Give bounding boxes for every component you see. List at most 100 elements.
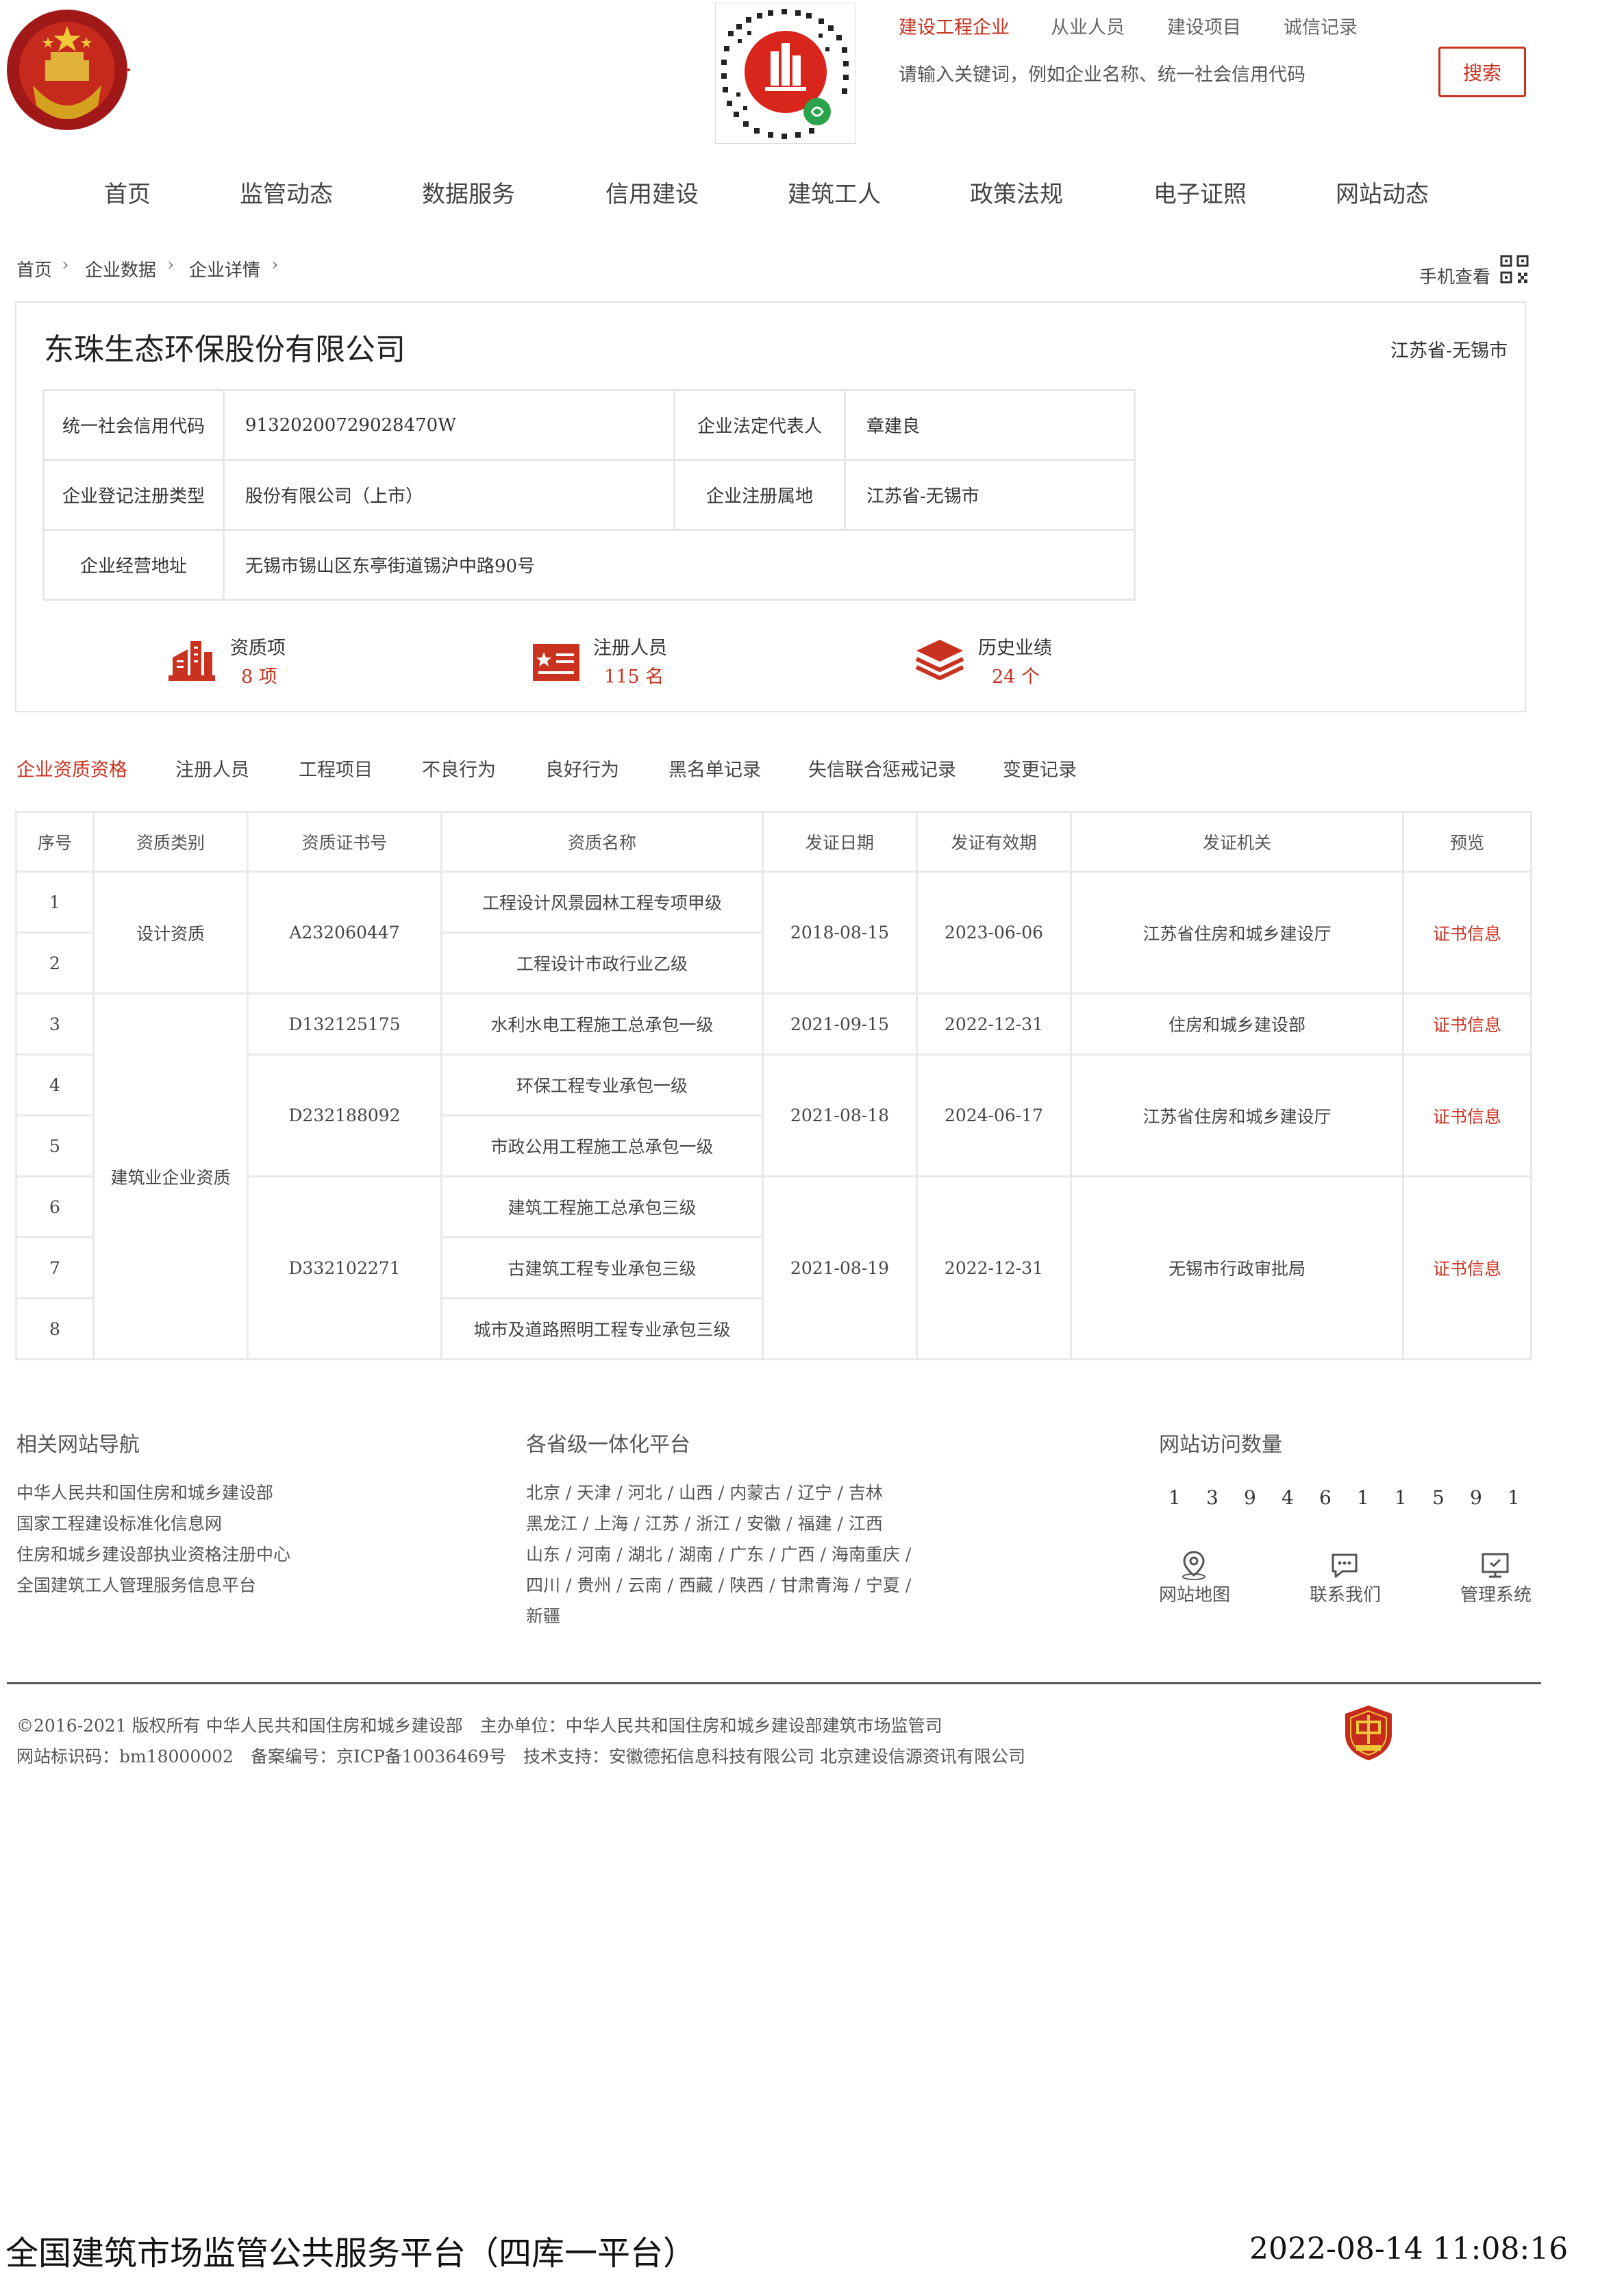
nav-home[interactable]: 首页 <box>104 175 151 209</box>
valid-until: 2022-12-31 <box>916 1175 1072 1360</box>
qualification-name: 城市及道路照明工程专业承包三级 <box>440 1297 764 1360</box>
tab-projects[interactable]: 工程项目 <box>299 755 373 782</box>
nav-policy[interactable]: 政策法规 <box>970 175 1063 209</box>
visit-count-digit: 3 <box>1206 1486 1219 1509</box>
tab-dishonesty-punishment[interactable]: 失信联合惩戒记录 <box>808 755 956 782</box>
province-links-line[interactable]: 四川 / 贵州 / 云南 / 西藏 / 陕西 / 甘肃青海 / 宁夏 / <box>526 1572 911 1597</box>
qualification-name: 古建筑工程专业承包三级 <box>440 1236 764 1299</box>
related-site-link[interactable]: 全国建筑工人管理服务信息平台 <box>16 1572 256 1597</box>
qualification-category: 设计资质 <box>92 871 249 995</box>
visit-count-title: 网站访问数量 <box>1159 1433 1282 1457</box>
certificate-info-link[interactable]: 证书信息 <box>1402 1053 1532 1177</box>
row-seq: 1 <box>15 871 95 934</box>
nav-supervision[interactable]: 监管动态 <box>240 175 333 209</box>
province-links-line[interactable]: 北京 / 天津 / 河北 / 山西 / 内蒙古 / 辽宁 / 吉林 <box>526 1479 883 1504</box>
chevron-right-icon: › <box>167 255 175 275</box>
province-links-line[interactable]: 黑龙江 / 上海 / 江苏 / 浙江 / 安徽 / 福建 / 江西 <box>526 1510 883 1535</box>
tab-change-records[interactable]: 变更记录 <box>1003 755 1077 782</box>
stat-qualification-value[interactable]: 8 项 <box>241 662 277 688</box>
nav-credit[interactable]: 信用建设 <box>605 175 699 209</box>
related-site-link[interactable]: 住房和城乡建设部执业资格注册中心 <box>16 1541 290 1566</box>
mobile-view-link[interactable]: 手机查看 <box>1419 263 1490 288</box>
admin-system-link[interactable]: 管理系统 <box>1460 1581 1532 1606</box>
reg-place-label: 企业注册属地 <box>673 459 846 531</box>
search-tab-credit[interactable]: 诚信记录 <box>1284 12 1358 39</box>
table-row: 1 设计资质 A232060447 工程设计风景园林工程专项甲级 2018-08… <box>15 871 1532 995</box>
chat-bubble-icon[interactable] <box>1329 1549 1360 1581</box>
copyright-line: ©2016-2021 版权所有 中华人民共和国住房和城乡建设部 主办单位：中华人… <box>16 1716 942 1736</box>
chevron-right-icon: › <box>271 255 279 275</box>
certificate-info-link[interactable]: 证书信息 <box>1402 871 1532 995</box>
sitemap-link[interactable]: 网站地图 <box>1159 1581 1230 1606</box>
tab-good-behavior[interactable]: 良好行为 <box>545 755 619 782</box>
visit-count-digit: 1 <box>1169 1486 1181 1509</box>
valid-until: 2022-12-31 <box>916 992 1072 1055</box>
nav-site-news[interactable]: 网站动态 <box>1336 175 1429 209</box>
visit-count-digit: 1 <box>1357 1486 1369 1509</box>
reg-type-label: 企业登记注册类型 <box>42 459 225 531</box>
qualification-name: 工程设计市政行业乙级 <box>440 932 764 995</box>
map-pin-icon[interactable] <box>1178 1549 1210 1581</box>
issuing-authority: 无锡市行政审批局 <box>1070 1175 1404 1360</box>
qualification-name: 水利水电工程施工总承包一级 <box>440 992 764 1055</box>
certificate-info-link[interactable]: 证书信息 <box>1402 992 1532 1055</box>
government-site-badge-icon[interactable] <box>1341 1704 1396 1762</box>
certificate-number: A232060447 <box>247 871 442 995</box>
search-tab-personnel[interactable]: 从业人员 <box>1051 12 1125 39</box>
credit-code-value: 91320200729028470W <box>223 389 675 461</box>
tab-qualifications[interactable]: 企业资质资格 <box>16 755 127 782</box>
nav-workers[interactable]: 建筑工人 <box>788 175 881 209</box>
stat-registered-staff-value[interactable]: 115 名 <box>604 662 664 688</box>
national-emblem-icon <box>7 10 130 130</box>
qualification-table: 序号 资质类别 资质证书号 资质名称 发证日期 发证有效期 发证机关 预览 1 … <box>15 811 1532 1360</box>
province-links-line[interactable]: 新疆 <box>526 1603 560 1627</box>
qualification-name: 环保工程专业承包一级 <box>440 1053 764 1116</box>
monitor-icon[interactable] <box>1479 1549 1511 1581</box>
qr-code-icon[interactable] <box>1500 255 1529 284</box>
company-region: 江苏省-无锡市 <box>1390 340 1508 362</box>
issuing-authority: 江苏省住房和城乡建设厅 <box>1070 871 1404 995</box>
contact-us-link[interactable]: 联系我们 <box>1310 1581 1381 1606</box>
certificate-number: D132125175 <box>247 992 442 1055</box>
column-header: 序号 <box>15 811 95 873</box>
stat-history-value[interactable]: 24 个 <box>992 662 1040 688</box>
qualification-name: 市政公用工程施工总承包一级 <box>440 1114 764 1177</box>
search-tab-enterprise[interactable]: 建设工程企业 <box>899 12 1010 39</box>
tab-blacklist[interactable]: 黑名单记录 <box>669 755 761 782</box>
search-input[interactable] <box>897 55 1421 95</box>
address-value: 无锡市锡山区东亭街道锡沪中路90号 <box>223 529 1136 601</box>
certificate-info-link[interactable]: 证书信息 <box>1402 1175 1532 1360</box>
certificate-number: D232188092 <box>247 1053 442 1177</box>
certificate-number: D332102271 <box>247 1175 442 1360</box>
chevron-right-icon: › <box>62 255 69 275</box>
related-site-link[interactable]: 国家工程建设标准化信息网 <box>16 1510 222 1535</box>
search-tab-projects[interactable]: 建设项目 <box>1167 12 1241 39</box>
tab-bad-behavior[interactable]: 不良行为 <box>422 755 496 782</box>
province-links-line[interactable]: 山东 / 河南 / 湖北 / 湖南 / 广东 / 广西 / 海南重庆 / <box>526 1541 911 1566</box>
related-sites-title: 相关网站导航 <box>16 1433 140 1457</box>
search-button[interactable]: 搜索 <box>1438 47 1526 97</box>
breadcrumb-enterprise-data[interactable]: 企业数据 <box>85 256 156 282</box>
provincial-platforms-title: 各省级一体化平台 <box>526 1433 690 1457</box>
stat-history-label: 历史业绩 <box>978 638 1052 659</box>
site-registration-line: 网站标识码：bm18000002 备案编号：京ICP备10036469号 技术支… <box>16 1747 1025 1766</box>
row-seq: 5 <box>15 1114 95 1177</box>
breadcrumb-enterprise-detail[interactable]: 企业详情 <box>189 256 260 282</box>
credit-code-label: 统一社会信用代码 <box>42 389 225 461</box>
visit-count-digit: 1 <box>1395 1486 1407 1509</box>
column-header: 资质类别 <box>92 811 249 873</box>
row-seq: 2 <box>15 932 95 995</box>
row-seq: 7 <box>15 1236 95 1299</box>
row-seq: 8 <box>15 1297 95 1360</box>
nav-data-services[interactable]: 数据服务 <box>422 175 515 209</box>
legal-rep-label: 企业法定代表人 <box>673 389 846 461</box>
tab-registered-staff[interactable]: 注册人员 <box>175 755 249 782</box>
column-header: 发证有效期 <box>916 811 1072 873</box>
related-site-link[interactable]: 中华人民共和国住房和城乡建设部 <box>16 1479 273 1504</box>
breadcrumb-home[interactable]: 首页 <box>16 256 52 282</box>
table-row: 3 建筑业企业资质 D132125175 水利水电工程施工总承包一级 2021-… <box>15 992 1532 1360</box>
mini-program-qr-code-icon <box>715 3 856 144</box>
nav-e-certificates[interactable]: 电子证照 <box>1153 175 1247 209</box>
column-header: 发证日期 <box>762 811 918 873</box>
layers-icon <box>915 640 964 681</box>
